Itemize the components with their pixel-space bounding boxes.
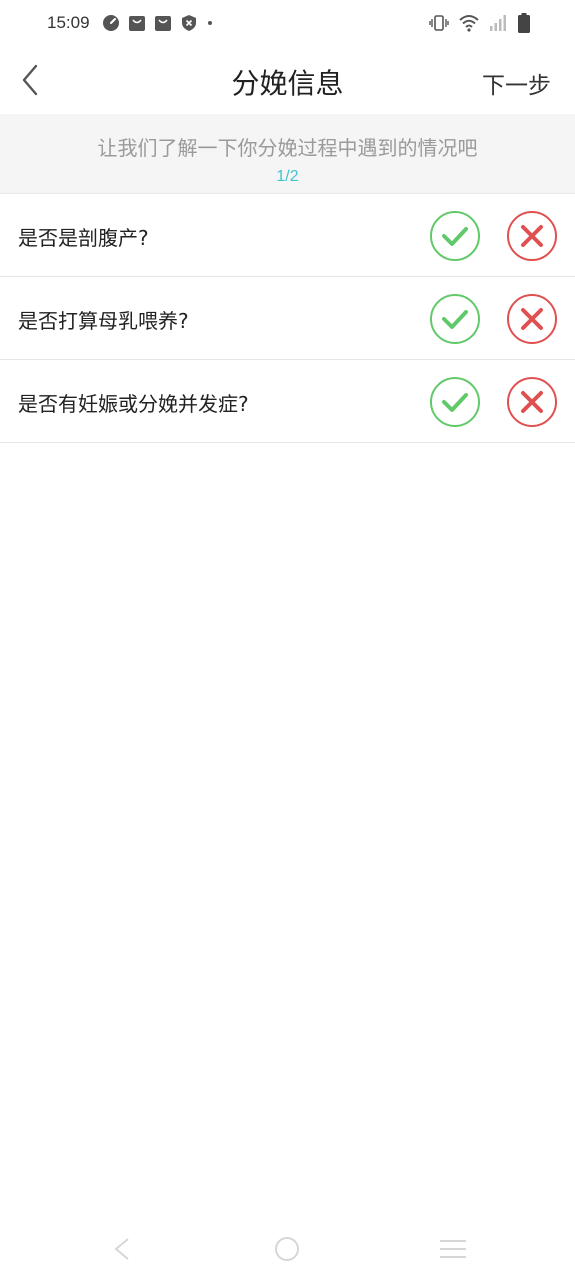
- no-cross-icon[interactable]: [506, 210, 558, 262]
- status-right-icons: [429, 13, 531, 33]
- shopping-bag-icon: [129, 16, 145, 31]
- wifi-icon: [459, 15, 479, 32]
- question-row-complications: 是否有妊娠或分娩并发症?: [0, 360, 575, 443]
- question-label: 是否有妊娠或分娩并发症?: [18, 392, 249, 416]
- yes-check-icon[interactable]: [429, 210, 481, 262]
- shield-icon: [182, 15, 196, 31]
- question-row-cesarean: 是否是剖腹产?: [0, 194, 575, 277]
- no-cross-icon[interactable]: [506, 293, 558, 345]
- question-label: 是否是剖腹产?: [18, 226, 149, 250]
- intro-text: 让我们了解一下你分娩过程中遇到的情况吧: [97, 136, 478, 160]
- progress-indicator: 1/2: [276, 168, 299, 185]
- menu-lines-icon[interactable]: [439, 1238, 467, 1260]
- question-list: 是否是剖腹产? 是否打算母乳喂养? 是否有妊娠或分娩并发症?: [0, 194, 575, 443]
- status-time: 15:09: [47, 13, 90, 32]
- home-circle-icon[interactable]: [274, 1236, 300, 1262]
- nav-bar: 分娩信息 下一步: [0, 46, 575, 114]
- cell-signal-icon: [490, 15, 506, 31]
- back-triangle-icon[interactable]: [110, 1236, 134, 1262]
- next-step-button[interactable]: 下一步: [482, 66, 551, 100]
- speedometer-icon: [103, 15, 119, 31]
- no-cross-icon[interactable]: [506, 376, 558, 428]
- question-label: 是否打算母乳喂养?: [18, 309, 189, 333]
- yes-check-icon[interactable]: [429, 293, 481, 345]
- status-bar: 15:09: [0, 0, 575, 46]
- question-row-breastfeeding: 是否打算母乳喂养?: [0, 277, 575, 360]
- chevron-left-icon[interactable]: [14, 62, 46, 98]
- yes-check-icon[interactable]: [429, 376, 481, 428]
- battery-icon: [518, 13, 530, 33]
- system-nav-bar: [0, 1220, 575, 1280]
- shopping-bag-icon: [155, 16, 171, 31]
- intro-banner: 让我们了解一下你分娩过程中遇到的情况吧 1/2: [0, 114, 575, 194]
- vibrate-icon: [429, 15, 449, 31]
- dot-icon: [208, 21, 212, 25]
- status-left-icons: [102, 14, 218, 32]
